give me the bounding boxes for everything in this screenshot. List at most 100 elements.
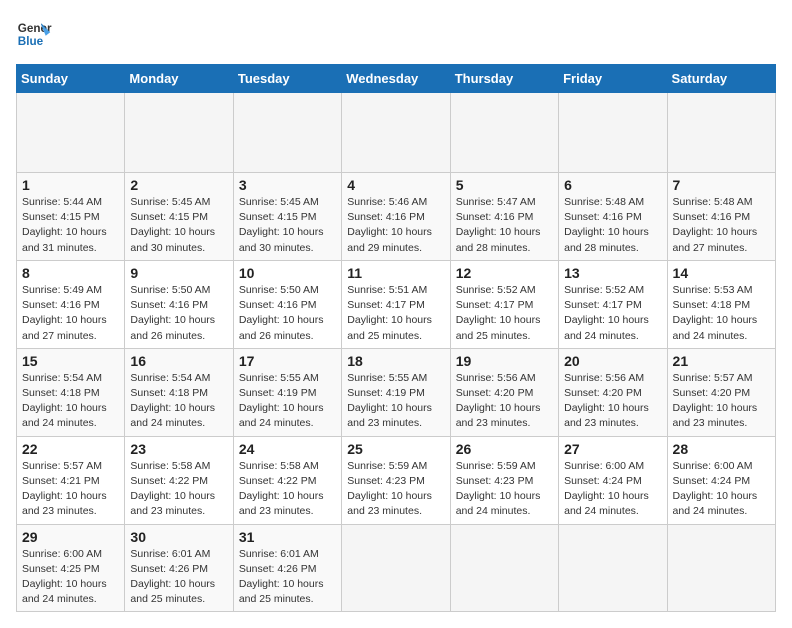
calendar-table: SundayMondayTuesdayWednesdayThursdayFrid… bbox=[16, 64, 776, 612]
day-number: 14 bbox=[673, 265, 770, 281]
calendar-cell: 1Sunrise: 5:44 AMSunset: 4:15 PMDaylight… bbox=[17, 173, 125, 261]
calendar-cell: 10 Sunrise: 5:50 AMSunset: 4:16 PMDayligh… bbox=[233, 260, 341, 348]
day-info: Sunrise: 5:55 AMSunset: 4:19 PMDaylight:… bbox=[347, 371, 444, 432]
calendar-cell: 15 Sunrise: 5:54 AMSunset: 4:18 PMDayligh… bbox=[17, 348, 125, 436]
calendar-cell: 26 Sunrise: 5:59 AMSunset: 4:23 PMDayligh… bbox=[450, 436, 558, 524]
weekday-header: Tuesday bbox=[233, 65, 341, 93]
calendar-cell: 2Sunrise: 5:45 AMSunset: 4:15 PMDaylight… bbox=[125, 173, 233, 261]
day-number: 29 bbox=[22, 529, 119, 545]
logo-icon: General Blue bbox=[16, 16, 52, 52]
calendar-cell bbox=[559, 524, 667, 612]
calendar-cell bbox=[233, 93, 341, 173]
weekday-header: Wednesday bbox=[342, 65, 450, 93]
calendar-cell bbox=[559, 93, 667, 173]
day-info: Sunrise: 5:50 AMSunset: 4:16 PMDaylight:… bbox=[239, 283, 336, 344]
day-number: 27 bbox=[564, 441, 661, 457]
day-info: Sunrise: 5:57 AMSunset: 4:20 PMDaylight:… bbox=[673, 371, 770, 432]
calendar-cell: 31Sunrise: 6:01 AMSunset: 4:26 PMDayligh… bbox=[233, 524, 341, 612]
calendar-cell: 13Sunrise: 5:52 AMSunset: 4:17 PMDayligh… bbox=[559, 260, 667, 348]
calendar-week-row: 15 Sunrise: 5:54 AMSunset: 4:18 PMDayligh… bbox=[17, 348, 776, 436]
calendar-cell: 7 Sunrise: 5:48 AMSunset: 4:16 PMDaylight… bbox=[667, 173, 775, 261]
day-number: 21 bbox=[673, 353, 770, 369]
day-info: Sunrise: 5:44 AMSunset: 4:15 PMDaylight:… bbox=[22, 195, 119, 256]
calendar-cell: 16 Sunrise: 5:54 AMSunset: 4:18 PMDayligh… bbox=[125, 348, 233, 436]
calendar-cell: 18 Sunrise: 5:55 AMSunset: 4:19 PMDayligh… bbox=[342, 348, 450, 436]
day-info: Sunrise: 5:45 AMSunset: 4:15 PMDaylight:… bbox=[130, 195, 227, 256]
calendar-cell: 5 Sunrise: 5:47 AMSunset: 4:16 PMDaylight… bbox=[450, 173, 558, 261]
weekday-header: Thursday bbox=[450, 65, 558, 93]
weekday-header-row: SundayMondayTuesdayWednesdayThursdayFrid… bbox=[17, 65, 776, 93]
day-info: Sunrise: 5:56 AMSunset: 4:20 PMDaylight:… bbox=[456, 371, 553, 432]
weekday-header: Friday bbox=[559, 65, 667, 93]
calendar-week-row: 8Sunrise: 5:49 AMSunset: 4:16 PMDaylight… bbox=[17, 260, 776, 348]
day-number: 5 bbox=[456, 177, 553, 193]
calendar-cell: 19 Sunrise: 5:56 AMSunset: 4:20 PMDayligh… bbox=[450, 348, 558, 436]
day-number: 19 bbox=[456, 353, 553, 369]
calendar-cell: 9 Sunrise: 5:50 AMSunset: 4:16 PMDaylight… bbox=[125, 260, 233, 348]
day-number: 12 bbox=[456, 265, 553, 281]
calendar-cell bbox=[667, 93, 775, 173]
calendar-cell: 24 Sunrise: 5:58 AMSunset: 4:22 PMDayligh… bbox=[233, 436, 341, 524]
day-info: Sunrise: 5:57 AMSunset: 4:21 PMDaylight:… bbox=[22, 459, 119, 520]
calendar-cell bbox=[17, 93, 125, 173]
calendar-cell bbox=[667, 524, 775, 612]
day-info: Sunrise: 6:00 AMSunset: 4:25 PMDaylight:… bbox=[22, 547, 119, 608]
calendar-cell bbox=[342, 93, 450, 173]
day-number: 4 bbox=[347, 177, 444, 193]
day-number: 13 bbox=[564, 265, 661, 281]
calendar-cell: 6Sunrise: 5:48 AMSunset: 4:16 PMDaylight… bbox=[559, 173, 667, 261]
page-header: General Blue bbox=[16, 16, 776, 52]
day-info: Sunrise: 6:00 AMSunset: 4:24 PMDaylight:… bbox=[564, 459, 661, 520]
day-info: Sunrise: 5:54 AMSunset: 4:18 PMDaylight:… bbox=[130, 371, 227, 432]
day-number: 3 bbox=[239, 177, 336, 193]
calendar-cell: 30 Sunrise: 6:01 AMSunset: 4:26 PMDayligh… bbox=[125, 524, 233, 612]
weekday-header: Monday bbox=[125, 65, 233, 93]
calendar-cell: 17Sunrise: 5:55 AMSunset: 4:19 PMDayligh… bbox=[233, 348, 341, 436]
day-number: 10 bbox=[239, 265, 336, 281]
day-number: 24 bbox=[239, 441, 336, 457]
day-number: 28 bbox=[673, 441, 770, 457]
day-info: Sunrise: 5:52 AMSunset: 4:17 PMDaylight:… bbox=[456, 283, 553, 344]
day-info: Sunrise: 5:45 AMSunset: 4:15 PMDaylight:… bbox=[239, 195, 336, 256]
day-info: Sunrise: 5:51 AMSunset: 4:17 PMDaylight:… bbox=[347, 283, 444, 344]
calendar-week-row: 29 Sunrise: 6:00 AMSunset: 4:25 PMDayligh… bbox=[17, 524, 776, 612]
day-info: Sunrise: 5:48 AMSunset: 4:16 PMDaylight:… bbox=[673, 195, 770, 256]
calendar-cell: 29 Sunrise: 6:00 AMSunset: 4:25 PMDayligh… bbox=[17, 524, 125, 612]
calendar-cell bbox=[125, 93, 233, 173]
day-info: Sunrise: 5:47 AMSunset: 4:16 PMDaylight:… bbox=[456, 195, 553, 256]
calendar-cell: 14 Sunrise: 5:53 AMSunset: 4:18 PMDayligh… bbox=[667, 260, 775, 348]
calendar-cell: 23 Sunrise: 5:58 AMSunset: 4:22 PMDayligh… bbox=[125, 436, 233, 524]
calendar-cell bbox=[450, 93, 558, 173]
day-number: 18 bbox=[347, 353, 444, 369]
day-number: 7 bbox=[673, 177, 770, 193]
day-number: 26 bbox=[456, 441, 553, 457]
day-number: 15 bbox=[22, 353, 119, 369]
day-info: Sunrise: 5:58 AMSunset: 4:22 PMDaylight:… bbox=[130, 459, 227, 520]
day-info: Sunrise: 5:59 AMSunset: 4:23 PMDaylight:… bbox=[456, 459, 553, 520]
day-number: 23 bbox=[130, 441, 227, 457]
day-info: Sunrise: 5:53 AMSunset: 4:18 PMDaylight:… bbox=[673, 283, 770, 344]
weekday-header: Saturday bbox=[667, 65, 775, 93]
calendar-cell bbox=[342, 524, 450, 612]
day-info: Sunrise: 5:48 AMSunset: 4:16 PMDaylight:… bbox=[564, 195, 661, 256]
calendar-cell: 3 Sunrise: 5:45 AMSunset: 4:15 PMDaylight… bbox=[233, 173, 341, 261]
day-info: Sunrise: 5:54 AMSunset: 4:18 PMDaylight:… bbox=[22, 371, 119, 432]
day-number: 20 bbox=[564, 353, 661, 369]
calendar-cell: 28Sunrise: 6:00 AMSunset: 4:24 PMDayligh… bbox=[667, 436, 775, 524]
day-info: Sunrise: 5:46 AMSunset: 4:16 PMDaylight:… bbox=[347, 195, 444, 256]
day-number: 9 bbox=[130, 265, 227, 281]
day-number: 22 bbox=[22, 441, 119, 457]
calendar-cell: 20Sunrise: 5:56 AMSunset: 4:20 PMDayligh… bbox=[559, 348, 667, 436]
calendar-cell: 11Sunrise: 5:51 AMSunset: 4:17 PMDayligh… bbox=[342, 260, 450, 348]
calendar-cell: 8Sunrise: 5:49 AMSunset: 4:16 PMDaylight… bbox=[17, 260, 125, 348]
calendar-cell: 12 Sunrise: 5:52 AMSunset: 4:17 PMDayligh… bbox=[450, 260, 558, 348]
day-number: 30 bbox=[130, 529, 227, 545]
day-number: 16 bbox=[130, 353, 227, 369]
day-info: Sunrise: 6:01 AMSunset: 4:26 PMDaylight:… bbox=[130, 547, 227, 608]
day-info: Sunrise: 5:58 AMSunset: 4:22 PMDaylight:… bbox=[239, 459, 336, 520]
calendar-week-row bbox=[17, 93, 776, 173]
calendar-cell bbox=[450, 524, 558, 612]
day-info: Sunrise: 5:49 AMSunset: 4:16 PMDaylight:… bbox=[22, 283, 119, 344]
calendar-cell: 22 Sunrise: 5:57 AMSunset: 4:21 PMDayligh… bbox=[17, 436, 125, 524]
day-info: Sunrise: 5:50 AMSunset: 4:16 PMDaylight:… bbox=[130, 283, 227, 344]
